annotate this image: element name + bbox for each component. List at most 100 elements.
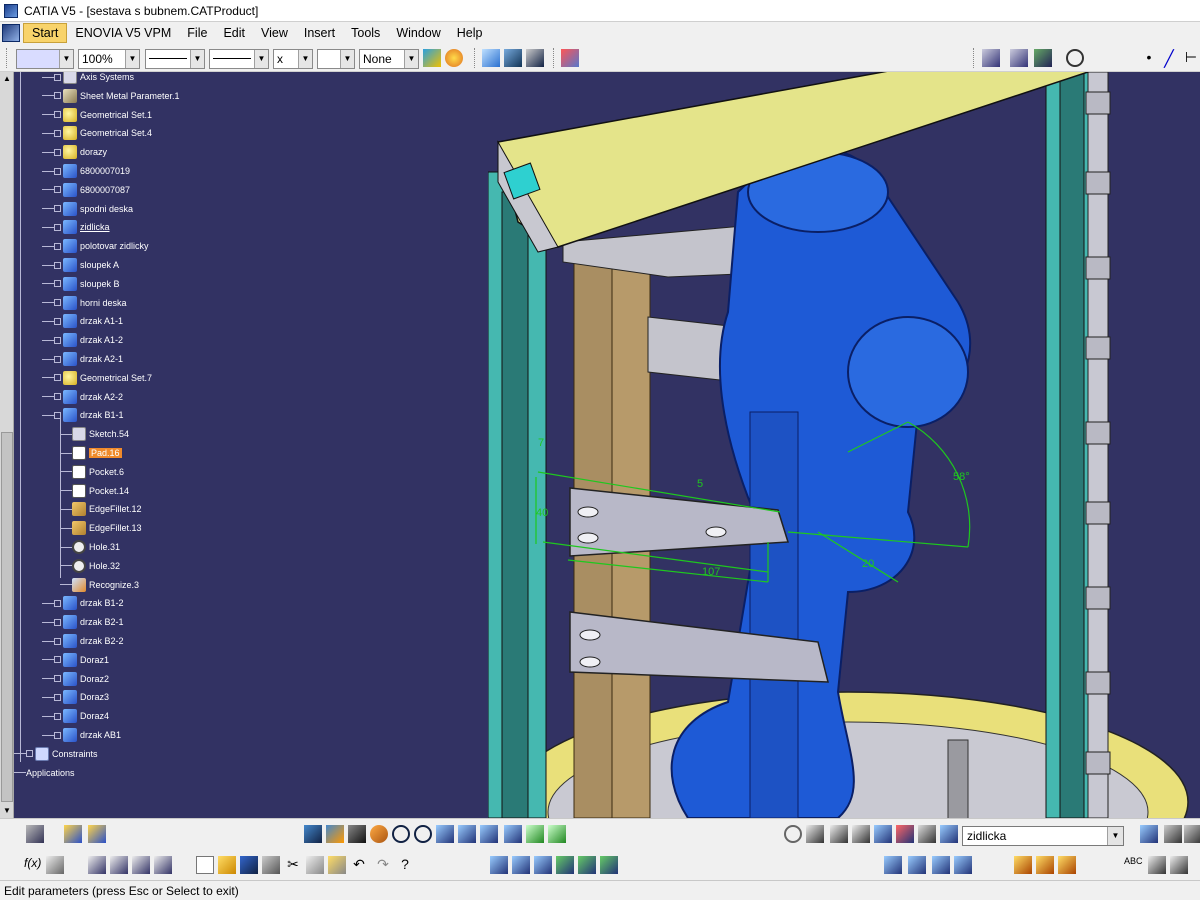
- manipulate-icon[interactable]: [806, 825, 824, 843]
- pan-icon[interactable]: [348, 825, 366, 843]
- tree-node[interactable]: sloupek B: [42, 275, 120, 293]
- render-icon[interactable]: [1014, 856, 1032, 874]
- update-icon[interactable]: [26, 825, 44, 843]
- expand-toggle-icon[interactable]: [54, 712, 61, 720]
- tree-node[interactable]: horni deska: [42, 294, 127, 312]
- print-icon[interactable]: [262, 856, 280, 874]
- tree-node[interactable]: Hole.31: [60, 538, 120, 556]
- dim-107[interactable]: 107: [702, 566, 720, 578]
- tree-node[interactable]: 6800007087: [42, 181, 130, 199]
- tree-node[interactable]: Applications: [14, 764, 75, 782]
- measure-icon[interactable]: [982, 49, 1000, 67]
- help-icon[interactable]: ?: [396, 856, 414, 874]
- color-combo[interactable]: ▼: [16, 49, 74, 69]
- zoom-target-icon[interactable]: [1066, 49, 1084, 67]
- menu-view[interactable]: View: [253, 24, 296, 42]
- layer-combo[interactable]: None ▼: [359, 49, 419, 69]
- menu-insert[interactable]: Insert: [296, 24, 343, 42]
- tree-node[interactable]: drzak A2-2: [42, 388, 123, 406]
- tree-node[interactable]: Sheet Metal Parameter.1: [42, 87, 180, 105]
- menu-tools[interactable]: Tools: [343, 24, 388, 42]
- flange-icon[interactable]: [512, 856, 530, 874]
- painter-icon[interactable]: [423, 49, 441, 67]
- point-icon[interactable]: •: [1140, 49, 1158, 67]
- louver-icon[interactable]: [932, 856, 950, 874]
- constraint-icon[interactable]: [896, 825, 914, 843]
- layers-icon[interactable]: [918, 825, 936, 843]
- tree-node[interactable]: Hole.32: [60, 557, 120, 575]
- paste-icon[interactable]: [328, 856, 346, 874]
- menu-start[interactable]: Start: [23, 23, 68, 43]
- pointer-icon[interactable]: [1170, 856, 1188, 874]
- bend-icon[interactable]: [534, 856, 552, 874]
- dim-40[interactable]: 40: [536, 507, 548, 519]
- tree-node[interactable]: EdgeFillet.12: [60, 500, 142, 518]
- expand-toggle-icon[interactable]: [54, 92, 61, 100]
- expand-toggle-icon[interactable]: [26, 750, 33, 758]
- tree-node[interactable]: Doraz4: [42, 707, 109, 725]
- specification-tree[interactable]: ▲ ▼ Axis Systems Sheet Metal Parameter.1 G…: [0, 72, 488, 818]
- expand-toggle-icon[interactable]: [54, 393, 61, 401]
- tree-node[interactable]: drzak AB1: [42, 726, 121, 744]
- expand-toggle-icon[interactable]: [54, 223, 61, 231]
- cutout-icon[interactable]: [600, 856, 618, 874]
- scroll-up-icon[interactable]: ▲: [0, 72, 14, 86]
- tree-icon[interactable]: [110, 856, 128, 874]
- tree-node[interactable]: Recognize.3: [60, 576, 139, 594]
- tree-node[interactable]: Doraz1: [42, 651, 109, 669]
- menu-edit[interactable]: Edit: [215, 24, 253, 42]
- eraser-icon[interactable]: [940, 825, 958, 843]
- scene-icon[interactable]: [1058, 856, 1076, 874]
- grid-icon[interactable]: [1164, 825, 1182, 843]
- tree-node[interactable]: drzak A2-1: [42, 350, 123, 368]
- dim-5[interactable]: 5: [697, 478, 703, 490]
- new-file-icon[interactable]: [196, 856, 214, 874]
- bridge-icon[interactable]: [954, 856, 972, 874]
- tree-node[interactable]: dorazy: [42, 143, 107, 161]
- menu-file[interactable]: File: [179, 24, 215, 42]
- menu-help[interactable]: Help: [449, 24, 491, 42]
- tree-node[interactable]: Axis Systems: [42, 72, 134, 86]
- material-icon[interactable]: [1036, 856, 1054, 874]
- model-canvas[interactable]: 7 40 5 107 20 58°: [488, 72, 1200, 818]
- parts-icon[interactable]: [504, 49, 522, 67]
- tree-node[interactable]: Sketch.54: [60, 425, 129, 443]
- expand-toggle-icon[interactable]: [54, 599, 61, 607]
- shading-icon[interactable]: [504, 825, 522, 843]
- menu-enovia[interactable]: ENOVIA V5 VPM: [67, 24, 179, 42]
- stamp-icon[interactable]: [884, 856, 902, 874]
- part-selector-combo[interactable]: zidlicka ▼: [962, 826, 1124, 846]
- expand-toggle-icon[interactable]: [54, 411, 61, 419]
- toolbar-grip[interactable]: [6, 48, 9, 68]
- window-icon[interactable]: [1184, 825, 1200, 843]
- graphic-properties-icon[interactable]: [445, 49, 463, 67]
- table-icon[interactable]: [88, 856, 106, 874]
- dim-7[interactable]: 7: [538, 437, 544, 449]
- 3d-viewport[interactable]: 7 40 5 107 20 58°: [488, 72, 1200, 818]
- save-icon[interactable]: [240, 856, 258, 874]
- expand-toggle-icon[interactable]: [54, 317, 61, 325]
- zoom-in-icon[interactable]: [392, 825, 410, 843]
- point-symbol-combo[interactable]: x ▼: [273, 49, 313, 69]
- tree-node[interactable]: Doraz2: [42, 670, 109, 688]
- cut-icon[interactable]: ✂: [284, 856, 302, 874]
- expand-toggle-icon[interactable]: [54, 111, 61, 119]
- scroll-down-icon[interactable]: ▼: [0, 804, 14, 818]
- fly-mode-icon[interactable]: [304, 825, 322, 843]
- expand-toggle-icon[interactable]: [54, 205, 61, 213]
- tree-node[interactable]: drzak B1-2: [42, 594, 124, 612]
- open-file-icon[interactable]: [218, 856, 236, 874]
- menu-window[interactable]: Window: [388, 24, 448, 42]
- toolbar-grip[interactable]: [474, 48, 477, 68]
- copy-icon[interactable]: [306, 856, 324, 874]
- expand-toggle-icon[interactable]: [54, 656, 61, 664]
- clash-icon[interactable]: [874, 825, 892, 843]
- expand-toggle-icon[interactable]: [54, 336, 61, 344]
- expand-toggle-icon[interactable]: [54, 148, 61, 156]
- measure-value-icon[interactable]: [852, 825, 870, 843]
- tree-node[interactable]: Geometrical Set.1: [42, 106, 152, 124]
- redo-arrow-icon[interactable]: ↷: [374, 856, 392, 874]
- tree-node[interactable]: zidlicka: [42, 218, 110, 236]
- iso-view-icon[interactable]: [480, 825, 498, 843]
- expand-toggle-icon[interactable]: [54, 167, 61, 175]
